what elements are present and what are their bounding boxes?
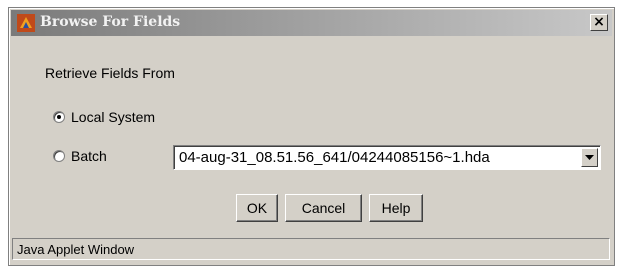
batch-radio[interactable]	[53, 150, 65, 162]
ok-button[interactable]: OK	[236, 194, 278, 222]
dialog-title: Browse For Fields	[40, 14, 181, 30]
chevron-down-icon	[585, 155, 594, 160]
java-applet-icon	[17, 14, 35, 32]
retrieve-fields-from-label: Retrieve Fields From	[45, 65, 175, 81]
local-system-radio[interactable]	[53, 111, 65, 123]
help-button[interactable]: Help	[369, 194, 423, 222]
batch-label[interactable]: Batch	[71, 148, 107, 164]
dropdown-button[interactable]	[581, 148, 598, 167]
cancel-button[interactable]: Cancel	[285, 194, 362, 222]
radio-selected-dot	[57, 115, 61, 119]
status-bar: Java Applet Window	[12, 238, 610, 260]
batch-option[interactable]: Batch	[53, 148, 107, 164]
batch-file-value: 04-aug-31_08.51.56_641/04244085156~1.hda	[179, 149, 490, 166]
status-text: Java Applet Window	[17, 242, 135, 257]
close-button[interactable]: ×	[590, 14, 608, 31]
local-system-label[interactable]: Local System	[71, 109, 155, 125]
batch-file-select[interactable]: 04-aug-31_08.51.56_641/04244085156~1.hda	[173, 145, 601, 170]
browse-for-fields-dialog: Browse For Fields × Retrieve Fields From…	[8, 7, 615, 266]
title-bar[interactable]: Browse For Fields ×	[11, 10, 612, 36]
local-system-option[interactable]: Local System	[53, 109, 155, 125]
